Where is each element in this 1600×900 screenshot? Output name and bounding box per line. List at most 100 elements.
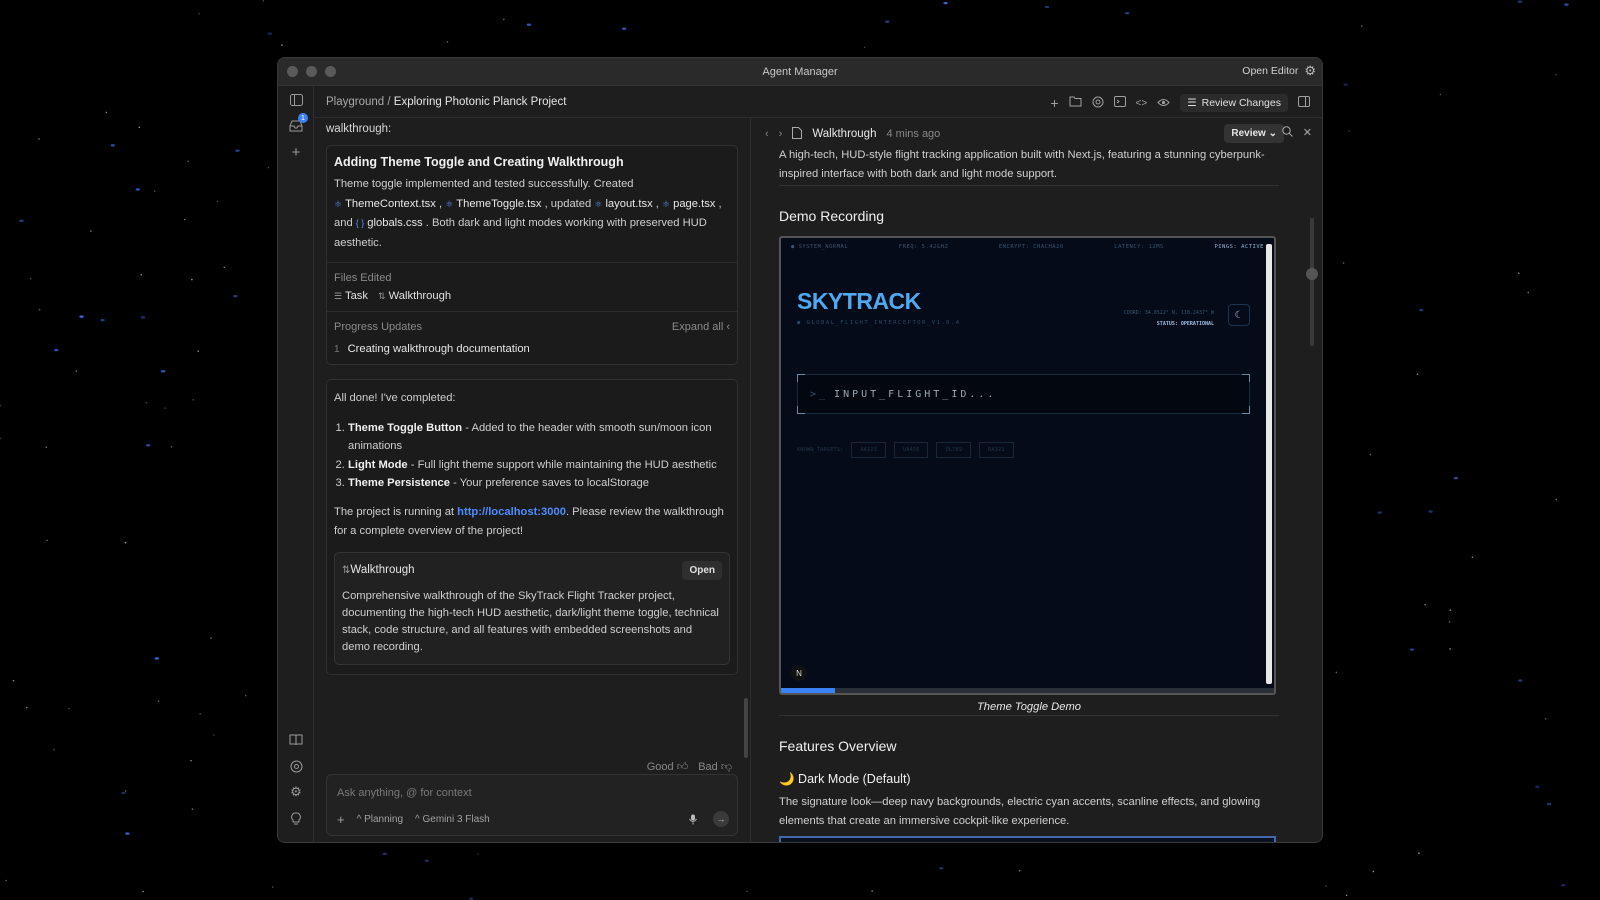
- star: [939, 867, 944, 870]
- star: [30, 278, 32, 280]
- code-icon[interactable]: <>: [1136, 98, 1148, 109]
- input-prompt: >_: [810, 388, 829, 400]
- add-icon[interactable]: +: [1050, 95, 1058, 111]
- star: [68, 707, 70, 710]
- file-chip-walkthrough[interactable]: ⇅ Walkthrough: [378, 290, 451, 302]
- file-link[interactable]: page.tsx: [673, 198, 715, 210]
- video-progress-fill: [781, 688, 836, 693]
- forward-icon[interactable]: ›: [779, 128, 783, 140]
- browser-icon[interactable]: [288, 758, 304, 774]
- minimize-window-button[interactable]: [306, 66, 317, 77]
- list-item: Theme Persistence - Your preference save…: [348, 474, 730, 493]
- new-conversation-icon[interactable]: +: [288, 144, 304, 161]
- folder-icon[interactable]: [1069, 96, 1082, 110]
- close-icon[interactable]: ✕: [1303, 126, 1312, 140]
- star: [1125, 11, 1130, 15]
- star: [1360, 25, 1363, 27]
- star: [183, 218, 186, 221]
- star: [1561, 884, 1566, 887]
- search-icon[interactable]: [1282, 126, 1293, 140]
- bad-feedback-button[interactable]: Bad 👎︎: [698, 760, 732, 773]
- close-window-button[interactable]: [287, 66, 298, 77]
- document-scrollbar[interactable]: [1310, 218, 1314, 346]
- localhost-link[interactable]: http://localhost:3000: [457, 506, 566, 518]
- file-link[interactable]: ThemeToggle.tsx: [456, 198, 541, 210]
- star: [75, 370, 78, 372]
- hud-status-item: FREQ: 5.42GHZ: [898, 244, 949, 250]
- model-selector[interactable]: ^ Gemini 3 Flash: [415, 814, 490, 825]
- star: [1448, 620, 1451, 623]
- microphone-icon[interactable]: [685, 811, 701, 827]
- composer: Ask anything, @ for context + ^ Planning…: [326, 774, 738, 836]
- demo-recording-video[interactable]: ● SYSTEM_NORMAL FREQ: 5.42GHZ ENCRYPT: C…: [779, 236, 1276, 695]
- chat-scrollbar[interactable]: [744, 698, 748, 758]
- back-icon[interactable]: ‹: [765, 128, 769, 140]
- star: [621, 27, 627, 30]
- file-link[interactable]: globals.css: [367, 217, 422, 229]
- attach-icon[interactable]: +: [337, 812, 345, 827]
- open-editor-button[interactable]: Open Editor ⚙: [1242, 63, 1316, 79]
- breadcrumb-root[interactable]: Playground: [326, 96, 384, 108]
- gear-icon[interactable]: ⚙: [1304, 63, 1316, 79]
- good-feedback-button[interactable]: Good 👍︎: [647, 760, 688, 773]
- star: [1471, 556, 1474, 559]
- breadcrumb-current: Exploring Photonic Planck Project: [393, 95, 567, 108]
- star: [100, 318, 105, 322]
- terminal-icon[interactable]: [1113, 96, 1126, 110]
- send-icon[interactable]: →: [713, 811, 729, 827]
- lightbulb-icon[interactable]: [288, 810, 304, 826]
- done-card: All done! I've completed: Theme Toggle B…: [326, 379, 738, 675]
- split-panel-icon[interactable]: [1298, 96, 1310, 110]
- book-icon[interactable]: [288, 732, 304, 748]
- chrome-icon[interactable]: [1092, 96, 1104, 111]
- star: [446, 41, 449, 43]
- feedback-bar: Good 👍︎ Bad 👎︎: [647, 760, 732, 773]
- dark-mode-heading: 🌙 Dark Mode (Default): [779, 772, 911, 786]
- review-changes-button[interactable]: ☰ Review Changes: [1180, 94, 1288, 112]
- star: [1335, 671, 1338, 674]
- files-edited-label: Files Edited: [334, 272, 392, 284]
- files-edited-list: ☰ Task ⇅ Walkthrough: [334, 290, 730, 302]
- scroll-knob[interactable]: [1306, 268, 1318, 280]
- chevron-up-icon: ^: [415, 813, 420, 825]
- document-content[interactable]: A high-tech, HUD-style flight tracking a…: [779, 146, 1279, 842]
- file-link[interactable]: layout.tsx: [605, 198, 652, 210]
- progress-item[interactable]: 1 Creating walkthrough documentation: [334, 343, 730, 355]
- open-artifact-button[interactable]: Open: [682, 560, 722, 580]
- inbox-icon[interactable]: 1: [288, 113, 308, 134]
- left-rail: 1 + ⚙: [278, 86, 314, 842]
- checklist-icon: ☰: [334, 291, 343, 301]
- star: [212, 734, 215, 736]
- file-chip-task[interactable]: ☰ Task: [334, 290, 368, 302]
- coords-readout: COORD: 34.0522° N, 118.2437° W STATUS: O…: [1124, 308, 1214, 330]
- chat-input[interactable]: Ask anything, @ for context: [337, 787, 472, 799]
- star: [1518, 272, 1520, 275]
- star: [140, 273, 143, 276]
- star: [140, 316, 146, 319]
- expand-all-button[interactable]: Expand all ‹: [672, 321, 730, 333]
- star: [124, 790, 127, 792]
- file-link[interactable]: ThemeContext.tsx: [345, 198, 436, 210]
- list-item-title: Theme Persistence: [348, 477, 450, 489]
- star: [38, 308, 41, 311]
- star: [142, 890, 144, 893]
- sidebar-toggle-icon[interactable]: [288, 92, 304, 108]
- mode-selector[interactable]: ^ Planning: [357, 814, 403, 825]
- zoom-window-button[interactable]: [325, 66, 336, 77]
- settings-icon[interactable]: ⚙: [288, 784, 304, 800]
- star: [1517, 0, 1523, 3]
- star: [746, 890, 748, 893]
- hud-corner: [1242, 406, 1250, 414]
- progress-section: Progress Updates Expand all ‹ 1 Creating …: [327, 312, 737, 364]
- chat-messages[interactable]: walkthrough: Adding Theme Toggle and Cre…: [326, 118, 738, 758]
- star: [45, 446, 48, 449]
- breadcrumb-bar: Playground / Exploring Photonic Planck P…: [314, 86, 1322, 118]
- review-dropdown[interactable]: Review ⌄: [1224, 124, 1284, 143]
- file-chip-label: Walkthrough: [388, 290, 452, 302]
- video-progress-bar[interactable]: [781, 688, 1274, 693]
- star: [1343, 83, 1348, 86]
- star: [5, 879, 7, 882]
- files-edited-section: Files Edited ☰ Task ⇅ Walkthrough: [327, 263, 737, 312]
- eye-icon[interactable]: [1157, 96, 1170, 110]
- star: [863, 46, 866, 49]
